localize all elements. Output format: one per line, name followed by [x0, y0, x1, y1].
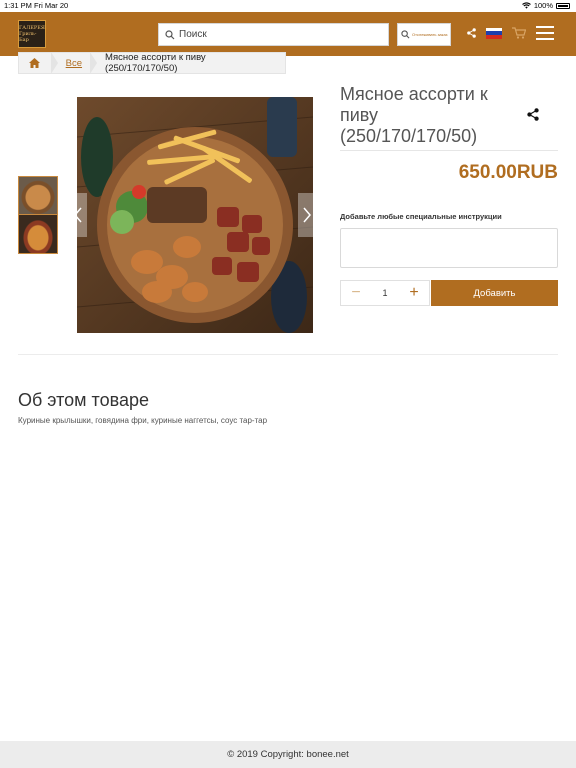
breadcrumb-separator — [50, 52, 58, 74]
chevron-right-icon — [303, 207, 311, 223]
product-price: 650.00RUB — [458, 162, 558, 183]
product-title: Мясное ассорти к пиву (250/170/170/50) — [340, 84, 488, 146]
section-divider — [18, 354, 558, 355]
quantity-increase-button[interactable]: + — [399, 281, 429, 305]
menu-icon[interactable] — [536, 26, 554, 40]
battery-icon — [556, 2, 570, 9]
about-title: Об этом товаре — [18, 390, 149, 410]
logo-text-line2: Гриль-Бар — [19, 31, 37, 43]
product-image — [77, 97, 313, 333]
quantity-stepper: − 1 + — [340, 280, 430, 306]
search-input[interactable] — [179, 29, 369, 40]
instructions-label: Добавьте любые специальные инструкции — [340, 212, 502, 221]
breadcrumb-home[interactable] — [19, 53, 51, 73]
copyright-text: © 2019 Copyright: bonee.net — [227, 749, 349, 760]
chevron-left-icon — [74, 207, 82, 223]
status-bar: 1:31 PM Fri Mar 20 100% — [0, 0, 576, 12]
quantity-value[interactable]: 1 — [371, 288, 399, 298]
cart-icon[interactable] — [512, 27, 526, 39]
track-order-label: Отслеживать заказ — [412, 32, 448, 37]
search-icon — [165, 29, 175, 39]
carousel-prev-button[interactable] — [69, 193, 87, 237]
breadcrumb: Все Мясное ассорти к пиву (250/170/170/5… — [18, 52, 286, 74]
header-bar: ГАЛЕРЕЯ Гриль-Бар Отслеживать заказ — [0, 12, 576, 56]
carousel-next-button[interactable] — [298, 193, 316, 237]
logo[interactable]: ГАЛЕРЕЯ Гриль-Бар — [18, 20, 46, 48]
share-icon[interactable] — [467, 28, 476, 38]
status-right: 100% — [521, 1, 570, 10]
wifi-icon — [521, 2, 531, 9]
battery-percent: 100% — [533, 1, 553, 10]
thumbnail-1[interactable] — [19, 177, 57, 215]
breadcrumb-all[interactable]: Все — [58, 53, 90, 73]
divider — [340, 150, 558, 151]
breadcrumb-all-link[interactable]: Все — [66, 58, 82, 69]
add-to-cart-button[interactable]: Добавить — [431, 280, 558, 306]
track-order-button[interactable]: Отслеживать заказ — [397, 23, 451, 46]
russian-flag-icon[interactable] — [486, 27, 502, 39]
about-description: Куриные крылышки, говядина фри, куриные … — [18, 416, 268, 425]
footer: © 2019 Copyright: bonee.net — [0, 741, 576, 768]
breadcrumb-separator — [90, 52, 98, 74]
breadcrumb-current: Мясное ассорти к пиву (250/170/170/50) — [97, 52, 285, 74]
search-box[interactable] — [158, 23, 389, 46]
home-icon — [29, 58, 41, 68]
status-date: Fri Mar 20 — [34, 1, 69, 10]
share-button[interactable] — [527, 108, 541, 122]
instructions-input[interactable] — [340, 228, 558, 268]
status-time: 1:31 PM — [4, 1, 32, 10]
share-icon — [527, 108, 539, 121]
thumbnail-list — [18, 176, 58, 254]
quantity-decrease-button[interactable]: − — [341, 281, 371, 305]
thumbnail-2[interactable] — [19, 215, 57, 253]
search-icon — [401, 30, 410, 39]
product-photo — [77, 97, 313, 333]
header-actions — [467, 26, 554, 40]
breadcrumb-current-label: Мясное ассорти к пиву (250/170/170/50) — [105, 52, 206, 74]
